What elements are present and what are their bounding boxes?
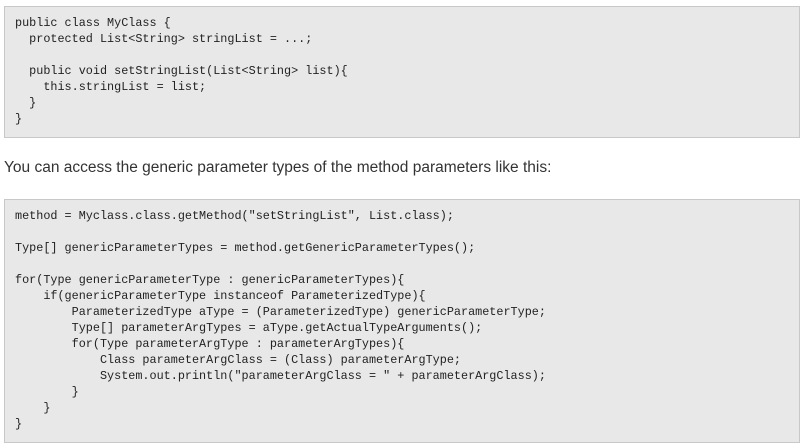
code-line: public void setStringList(List<String> l…: [15, 64, 348, 78]
article-page: public class MyClass { protected List<St…: [0, 0, 804, 448]
code-line: for(Type genericParameterType : genericP…: [15, 273, 405, 287]
code-line: Type[] parameterArgTypes = aType.getActu…: [15, 321, 483, 335]
code-line: if(genericParameterType instanceof Param…: [15, 289, 426, 303]
code-block-myclass: public class MyClass { protected List<St…: [4, 6, 800, 138]
code-line: for(Type parameterArgType : parameterArg…: [15, 337, 405, 351]
code-block-generic-parameter-types: method = Myclass.class.getMethod("setStr…: [4, 199, 800, 443]
code-line: method = Myclass.class.getMethod("setStr…: [15, 209, 454, 223]
code-line: }: [15, 401, 51, 415]
code-line: this.stringList = list;: [15, 80, 207, 94]
code-line: protected List<String> stringList = ...;: [15, 32, 313, 46]
code-line: }: [15, 385, 79, 399]
code-line: Class parameterArgClass = (Class) parame…: [15, 353, 461, 367]
code-line: Type[] genericParameterTypes = method.ge…: [15, 241, 476, 255]
code-line: }: [15, 96, 37, 110]
code-line: public class MyClass {: [15, 16, 171, 30]
code-line: System.out.println("parameterArgClass = …: [15, 369, 546, 383]
explanation-paragraph: You can access the generic parameter typ…: [4, 159, 552, 176]
code-line: }: [15, 112, 23, 126]
code-line: }: [15, 417, 23, 431]
code-line: ParameterizedType aType = (Parameterized…: [15, 305, 546, 319]
